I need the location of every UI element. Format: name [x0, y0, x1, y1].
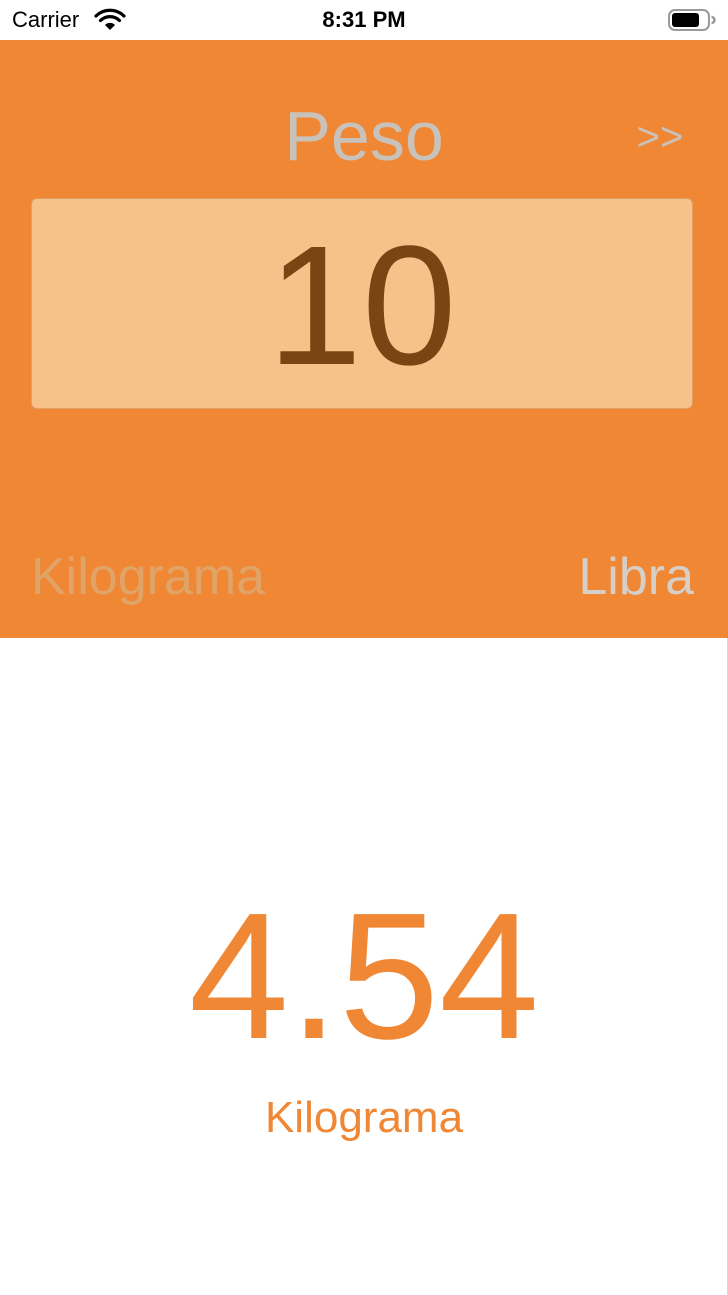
clock: 8:31 PM	[322, 7, 406, 32]
input-value: 10	[267, 211, 457, 401]
to-unit-button[interactable]: Libra	[578, 546, 694, 608]
result-value: 4.54	[188, 876, 540, 1077]
converter-input-panel: Peso >> 10 Kilograma Libra	[0, 40, 728, 638]
result-unit-label: Kilograma	[264, 1093, 464, 1142]
battery-icon	[668, 9, 716, 31]
value-input-field[interactable]: 10	[31, 198, 693, 409]
page-title: Peso	[284, 97, 444, 175]
status-bar: Carrier 8:31 PM	[0, 0, 728, 40]
from-unit-button[interactable]: Kilograma	[31, 546, 265, 608]
next-category-button[interactable]: >>	[620, 112, 700, 162]
